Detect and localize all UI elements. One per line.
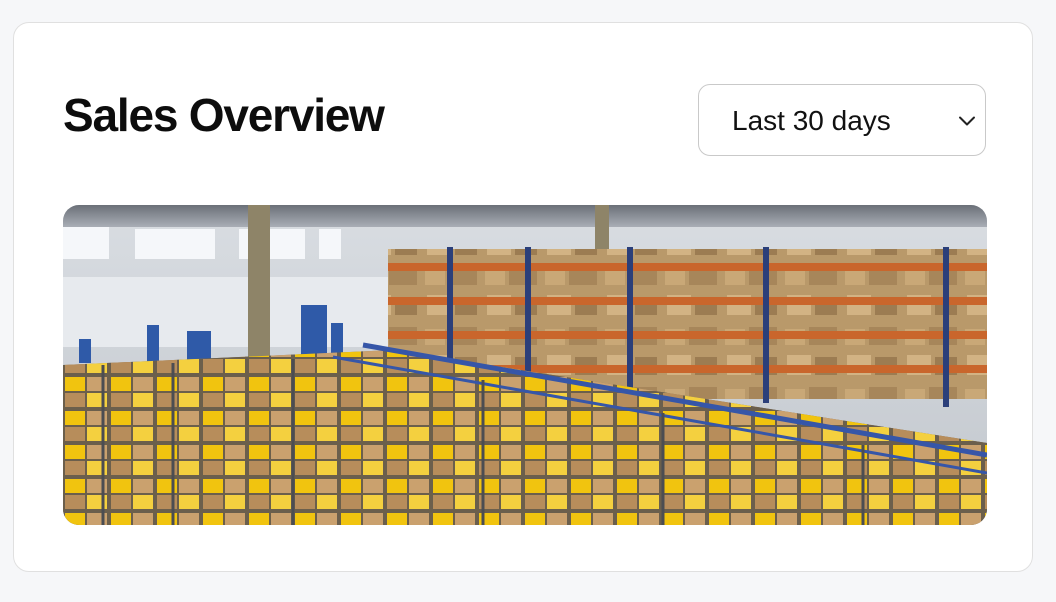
period-select[interactable]: Last 30 days xyxy=(698,84,986,156)
card-title: Sales Overview xyxy=(63,89,385,141)
period-select-value: Last 30 days xyxy=(732,105,891,136)
sales-overview-card: Sales Overview Last 30 days xyxy=(13,22,1033,572)
warehouse-illustration xyxy=(63,205,987,525)
chevron-down-icon xyxy=(959,116,975,126)
warehouse-image xyxy=(63,205,987,525)
